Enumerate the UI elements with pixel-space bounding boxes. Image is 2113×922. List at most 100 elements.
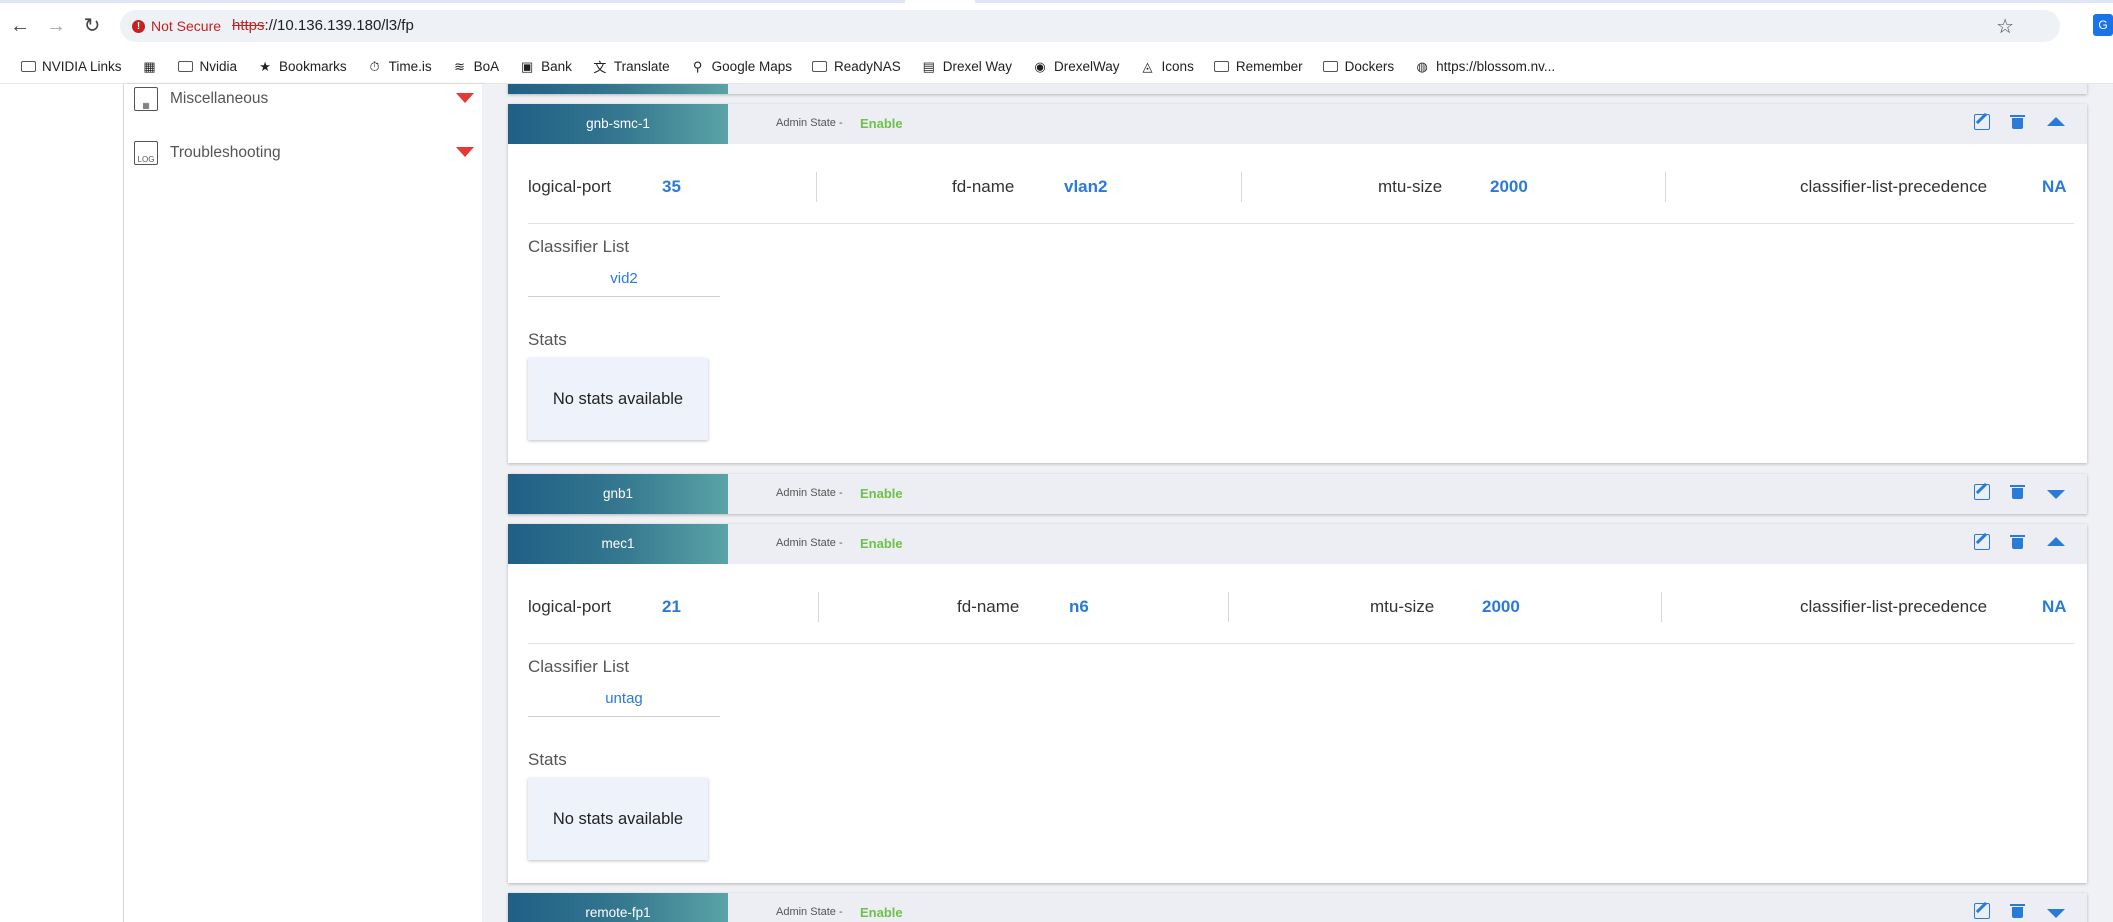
fd-name-field: fd-name vlan2	[952, 177, 1108, 196]
chevron-down-icon[interactable]	[456, 147, 474, 157]
edit-icon[interactable]	[1974, 903, 1990, 919]
folder-icon	[1214, 59, 1230, 75]
bookmark-item[interactable]: ≋ BoA	[452, 59, 500, 75]
folder-icon	[1323, 59, 1339, 75]
edit-icon[interactable]	[1974, 534, 1990, 550]
bookmark-item[interactable]: Remember	[1214, 59, 1303, 75]
bank-icon: ▣	[520, 58, 534, 74]
panel-remote-fp1: remote-fp1 Admin State - Enable	[508, 893, 2087, 922]
chevron-down-icon[interactable]	[2047, 490, 2065, 499]
mtu-size-field: mtu-size 2000	[1370, 597, 1520, 616]
bookmark-label: Translate	[613, 59, 670, 74]
bookmark-label: Google Maps	[711, 59, 792, 74]
drexel-icon: ▤	[922, 58, 935, 74]
mtu-size-field: mtu-size 2000	[1378, 177, 1528, 196]
bookmarks-bar: NVIDIA Links ▦ Nvidia ★ Bookmarks ⏱ Time.is ≋ Bo…	[0, 50, 2113, 84]
bookmark-item[interactable]: Nvidia	[178, 59, 237, 75]
bookmark-item[interactable]: Dockers	[1323, 59, 1395, 75]
timeis-icon: ⏱	[369, 58, 380, 74]
chevron-up-icon[interactable]	[2047, 537, 2065, 546]
folder-icon	[812, 59, 828, 75]
bookmark-label: ReadyNAS	[833, 59, 901, 74]
classifier-list-precedence-field: classifier-list-precedence NA	[1800, 597, 2067, 616]
panel-header[interactable]: gnb1 Admin State - Enable	[508, 474, 2087, 514]
panel-name: mec1	[508, 524, 728, 564]
sidebar-item-troubleshooting[interactable]: LOG Troubleshooting	[134, 138, 474, 168]
edit-icon[interactable]	[1974, 484, 1990, 500]
trash-icon[interactable]	[2010, 114, 2025, 129]
bookmark-label: DrexelWay	[1054, 59, 1120, 74]
back-icon[interactable]: ←	[8, 14, 32, 38]
bookmark-item[interactable]: ⏱ Time.is	[367, 59, 432, 75]
not-secure-label: Not Secure	[151, 18, 222, 34]
classifier-item[interactable]: untag	[528, 682, 720, 717]
forward-icon[interactable]: →	[44, 14, 68, 38]
panel-header[interactable]: mec1 Admin State - Enable	[508, 524, 2087, 564]
bookmark-item[interactable]: ★ Bookmarks	[257, 59, 347, 75]
edit-icon[interactable]	[1974, 114, 1990, 130]
browser-toolbar: ← → ↻ ! Not Secure https://10.136.139.18…	[0, 0, 2113, 50]
bookmark-item[interactable]: ⚲ Google Maps	[690, 59, 792, 75]
classifier-list-precedence-field: classifier-list-precedence NA	[1800, 177, 2067, 196]
trash-icon[interactable]	[2010, 903, 2025, 918]
trash-icon[interactable]	[2010, 484, 2025, 499]
bookmark-item[interactable]: ◬ Icons	[1140, 59, 1194, 75]
bookmark-item[interactable]: ▤ Drexel Way	[921, 59, 1012, 75]
classifier-item[interactable]: vid2	[528, 262, 720, 297]
admin-state-value: Enable	[860, 905, 903, 920]
wifi-icon: ◉	[1034, 58, 1046, 74]
panel-name: remote-fp1	[508, 893, 728, 922]
extension-icon[interactable]: G	[2093, 14, 2113, 36]
fd-name-field: fd-name n6	[957, 597, 1089, 616]
warning-icon: !	[132, 19, 145, 33]
bookmark-item[interactable]: ReadyNAS	[812, 59, 901, 75]
logical-port-field: logical-port 35	[528, 177, 681, 196]
bookmark-label: Bookmarks	[279, 59, 347, 74]
chevron-down-icon[interactable]	[456, 93, 474, 103]
url-text[interactable]: https://10.136.139.180/l3/fp	[232, 17, 414, 34]
bookmark-item[interactable]: ▣ Bank	[519, 59, 572, 75]
properties-row: logical-port 35 fd-name vlan2 mtu-size 2…	[528, 172, 2074, 202]
panel-name: gnb-smc-1	[508, 104, 728, 144]
admin-state-label: Admin State -	[776, 487, 843, 499]
folder-icon	[20, 59, 36, 75]
bookmark-item[interactable]: ◉ DrexelWay	[1032, 58, 1120, 75]
no-stats-card: No stats available	[528, 358, 708, 440]
logical-port-field: logical-port 21	[528, 597, 681, 616]
sidebar: ▦ Miscellaneous LOG Troubleshooting	[123, 84, 483, 922]
stats-heading: Stats	[528, 330, 567, 349]
admin-state-label: Admin State -	[776, 537, 843, 549]
bookmark-label: Bank	[541, 59, 572, 74]
panel-mec1: mec1 Admin State - Enable logical-port 2…	[508, 524, 2087, 883]
tab-strip	[0, 0, 2113, 3]
trash-icon[interactable]	[2010, 534, 2025, 549]
bookmark-star-icon[interactable]: ☆	[1996, 14, 2014, 39]
translate-icon: 文	[593, 60, 607, 75]
panel-header[interactable]: remote-fp1 Admin State - Enable	[508, 893, 2087, 922]
panel-gnb1: gnb1 Admin State - Enable	[508, 474, 2087, 514]
bookmark-item[interactable]: ◍ https://blossom.nv...	[1414, 59, 1555, 75]
bookmark-item[interactable]: ▦	[142, 59, 158, 75]
chevron-up-icon[interactable]	[2047, 117, 2065, 126]
icons-icon: ◬	[1142, 58, 1153, 74]
bookmark-label: BoA	[473, 59, 500, 74]
bookmark-label: https://blossom.nv...	[1436, 59, 1556, 74]
admin-state-label: Admin State -	[776, 906, 843, 918]
panel-header[interactable]: gnb-smc-1 Admin State - Enable	[508, 104, 2087, 144]
stats-heading: Stats	[528, 750, 567, 769]
sidebar-item-label: Miscellaneous	[170, 90, 269, 107]
bookmark-item[interactable]: 文 Translate	[592, 59, 670, 75]
panel-name: gnb1	[508, 474, 728, 514]
admin-state-label: Admin State -	[776, 117, 843, 129]
panel-gnb-smc-1: gnb-smc-1 Admin State - Enable logical-p…	[508, 104, 2087, 463]
log-icon: LOG	[134, 141, 158, 165]
sidebar-item-miscellaneous[interactable]: ▦ Miscellaneous	[134, 84, 474, 114]
reload-icon[interactable]: ↻	[80, 14, 104, 38]
address-bar[interactable]: ! Not Secure https://10.136.139.180/l3/f…	[120, 10, 2060, 42]
security-indicator[interactable]: ! Not Secure	[126, 14, 229, 38]
bookmark-item[interactable]: NVIDIA Links	[20, 59, 122, 75]
panel-previous	[508, 84, 2087, 94]
bookmark-label: Dockers	[1344, 59, 1395, 74]
classifier-list-heading: Classifier List	[528, 657, 630, 676]
chevron-down-icon[interactable]	[2047, 909, 2065, 918]
